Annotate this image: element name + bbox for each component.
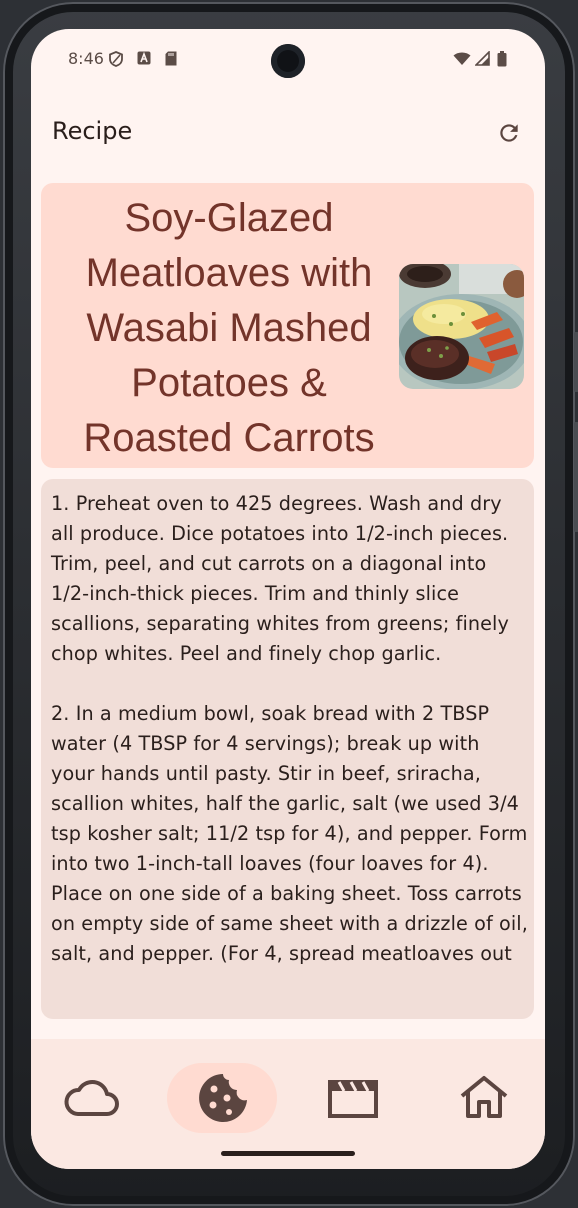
shield-icon: [109, 51, 123, 67]
instructions-card[interactable]: 1. Preheat oven to 425 degrees. Wash and…: [41, 479, 534, 1019]
power-button: [574, 422, 578, 532]
movie-icon: [328, 1080, 378, 1118]
signal-icon: [475, 51, 490, 66]
sd-card-icon: [165, 51, 177, 66]
volume-button: [574, 332, 578, 392]
screen: 8:46 Recipe Soy-Glazed Meatloaves with W…: [31, 29, 545, 1169]
a-icon: [137, 51, 151, 65]
front-camera: [271, 44, 305, 78]
gesture-bar[interactable]: [221, 1151, 355, 1156]
recipe-title: Soy-Glazed Meatloaves with Wasabi Mashed…: [83, 196, 375, 460]
nav-item-recipe[interactable]: [167, 1063, 277, 1133]
refresh-icon[interactable]: [496, 120, 522, 146]
instructions-text: 1. Preheat oven to 425 degrees. Wash and…: [51, 492, 528, 965]
recipe-image: [399, 264, 524, 389]
recipe-header-card: Soy-Glazed Meatloaves with Wasabi Mashed…: [41, 183, 534, 468]
wifi-icon: [453, 52, 471, 65]
cloud-icon: [64, 1079, 119, 1116]
nav-item-movies[interactable]: [298, 1063, 408, 1133]
page-title: Recipe: [52, 117, 133, 145]
battery-icon: [497, 51, 507, 67]
home-icon: [460, 1076, 508, 1118]
nav-item-weather[interactable]: [37, 1063, 147, 1133]
status-time: 8:46: [68, 49, 104, 68]
nav-item-home[interactable]: [429, 1063, 539, 1133]
cookie-icon: [199, 1074, 247, 1122]
bottom-navigation: [31, 1039, 545, 1169]
